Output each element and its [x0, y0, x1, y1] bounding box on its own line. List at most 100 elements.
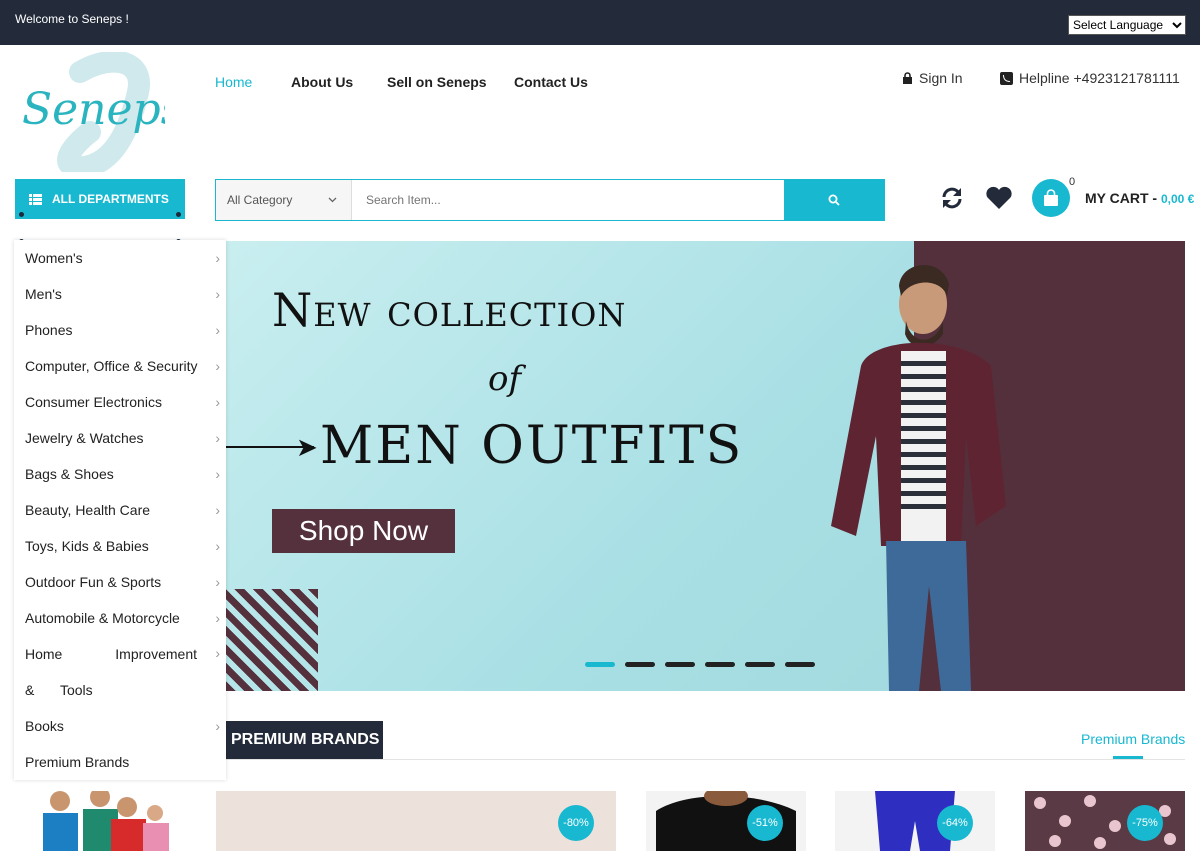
sign-in-label: Sign In [919, 70, 963, 86]
menu-item-label: Phones [25, 322, 73, 338]
discount-badge: -64% [937, 805, 973, 841]
shopping-bag-icon [1044, 189, 1058, 206]
departments-menu: Women's › Men's › Phones › Computer, Office… [14, 240, 226, 780]
menu-item-outdoor-fun-sports[interactable]: Outdoor Fun & Sports › [25, 564, 220, 600]
menu-item-books[interactable]: Books › [25, 708, 220, 744]
cart-count: 0 [1069, 176, 1076, 188]
nav-sell-on-seneps[interactable]: Sell on Seneps [387, 74, 487, 90]
banner-title-line1: New collection [272, 283, 627, 337]
helpline: Helpline +4923121781111 [1000, 70, 1180, 86]
chevron-right-icon: › [215, 430, 220, 446]
stripes-decoration [226, 589, 318, 691]
menu-item-label: Consumer Electronics [25, 394, 162, 410]
chevron-down-icon [328, 197, 337, 203]
phone-icon [1000, 71, 1013, 85]
premium-brands-tab[interactable]: Premium Brands [1081, 731, 1185, 747]
search-bar: All Category [215, 179, 885, 221]
helpline-text: Helpline +4923121781111 [1019, 70, 1180, 86]
welcome-text: Welcome to Seneps ! [15, 12, 129, 26]
menu-item-label: Men's [25, 286, 62, 302]
my-cart-link[interactable]: MY CART - 0,00 € [1085, 190, 1194, 206]
svg-text:Seneps: Seneps [22, 84, 165, 135]
chevron-right-icon: › [215, 394, 220, 410]
slider-dot-active[interactable] [585, 662, 615, 667]
slider-dot[interactable] [625, 662, 655, 667]
discount-badge: -75% [1127, 805, 1163, 841]
hero-banner[interactable]: New collection of ➤ MEN OUTFITS Shop Now [226, 241, 1185, 691]
model-image [831, 265, 1006, 691]
menu-item-jewelry-watches[interactable]: Jewelry & Watches › [25, 420, 220, 456]
lock-icon [903, 72, 912, 84]
corner-dot [176, 212, 181, 217]
menu-item-label: Bags & Shoes [25, 466, 114, 482]
slider-dot[interactable] [665, 662, 695, 667]
all-departments-button[interactable]: ALL DEPARTMENTS [15, 179, 185, 219]
menu-item-label: Toys, Kids & Babies [25, 538, 149, 554]
product-card[interactable]: -51% [646, 791, 806, 851]
chevron-right-icon: › [215, 610, 220, 626]
menu-item-label: Outdoor Fun & Sports [25, 574, 162, 590]
product-card[interactable]: -75% [1025, 791, 1185, 851]
category-select[interactable]: All Category [216, 180, 352, 220]
my-cart-label: MY CART - [1085, 190, 1161, 206]
shop-now-button[interactable]: Shop Now [272, 509, 455, 553]
menu-item-label: Home Improvement & Tools [25, 646, 197, 698]
promo-image-family[interactable] [15, 791, 190, 851]
slider-dot[interactable] [785, 662, 815, 667]
chevron-right-icon: › [215, 502, 220, 518]
menu-item-computer-office-security[interactable]: Computer, Office & Security › [25, 348, 220, 384]
heart-icon[interactable] [985, 186, 1013, 210]
chevron-right-icon: › [215, 538, 220, 554]
search-input[interactable] [352, 180, 784, 220]
tab-underline [1113, 756, 1143, 759]
nav-home[interactable]: Home [215, 74, 252, 90]
corner-dot [19, 212, 24, 217]
cart-amount: 0,00 € [1160, 192, 1195, 206]
arrow-right-icon: ➤ [296, 432, 318, 462]
menu-item-consumer-electronics[interactable]: Consumer Electronics › [25, 384, 220, 420]
product-card[interactable]: -80% [216, 791, 616, 851]
discount-badge: -80% [558, 805, 594, 841]
slider-dot[interactable] [705, 662, 735, 667]
menu-item-phones[interactable]: Phones › [25, 312, 220, 348]
top-bar: Welcome to Seneps ! Select Language [0, 0, 1200, 45]
product-card[interactable]: -64% [835, 791, 995, 851]
section-divider [226, 759, 1185, 760]
menu-item-label: Computer, Office & Security [25, 358, 198, 374]
menu-item-label: Premium Brands [25, 754, 130, 770]
menu-item-bags-shoes[interactable]: Bags & Shoes › [25, 456, 220, 492]
list-icon [29, 193, 42, 205]
menu-item-label: Beauty, Health Care [25, 502, 151, 518]
search-icon [828, 194, 840, 206]
refresh-icon[interactable] [940, 186, 964, 210]
premium-brands-heading: PREMIUM BRANDS [226, 721, 383, 759]
discount-badge: -51% [747, 805, 783, 841]
language-select[interactable]: Select Language [1068, 15, 1186, 35]
chevron-right-icon: › [215, 574, 220, 590]
menu-item-label: Automobile & Motorcycle [25, 610, 180, 626]
slider-dot[interactable] [745, 662, 775, 667]
menu-item-womens[interactable]: Women's › [25, 240, 220, 276]
search-button[interactable] [784, 180, 884, 220]
chevron-right-icon: › [215, 466, 220, 482]
nav-contact-us[interactable]: Contact Us [514, 74, 588, 90]
slider-dots [585, 662, 815, 667]
menu-item-mens[interactable]: Men's › [25, 276, 220, 312]
all-departments-label: ALL DEPARTMENTS [52, 192, 169, 206]
menu-item-premium-brands[interactable]: Premium Brands [25, 744, 220, 780]
chevron-right-icon: › [215, 718, 220, 734]
menu-item-toys-kids-babies[interactable]: Toys, Kids & Babies › [25, 528, 220, 564]
nav-about-us[interactable]: About Us [291, 74, 353, 90]
menu-item-label: Women's [25, 250, 83, 266]
menu-item-home-improvement-tools[interactable]: Home Improvement & Tools › [25, 636, 220, 708]
chevron-right-icon: › [215, 322, 220, 338]
banner-title-line2: MEN OUTFITS [320, 416, 744, 476]
cart-button[interactable] [1032, 179, 1070, 217]
menu-item-beauty-health-care[interactable]: Beauty, Health Care › [25, 492, 220, 528]
menu-item-automobile-motorcycle[interactable]: Automobile & Motorcycle › [25, 600, 220, 636]
chevron-right-icon: › [215, 250, 220, 266]
site-logo[interactable]: Seneps [20, 50, 183, 179]
chevron-right-icon: › [215, 645, 220, 661]
chevron-right-icon: › [215, 358, 220, 374]
sign-in-link[interactable]: Sign In [902, 70, 963, 86]
